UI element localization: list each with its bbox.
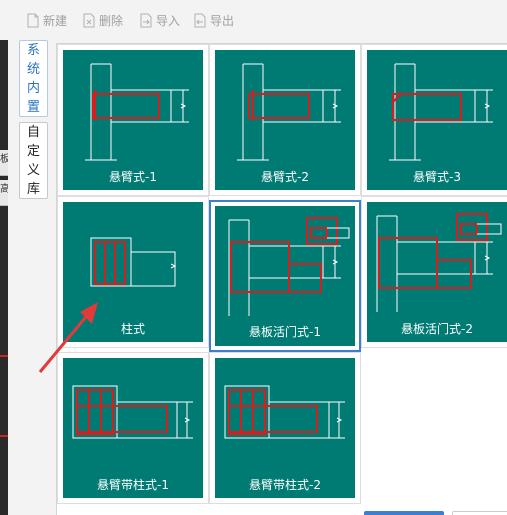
template-grid: 悬臂式-1 悬臂式-2 悬臂式-3 柱式 悬板活门式-1 悬板活门式-2 悬臂带… (56, 43, 507, 515)
export-label: 导出 (210, 13, 235, 28)
import-label: 导入 (156, 13, 181, 28)
thumb-label: 悬板活门式-1 (249, 325, 321, 339)
thumb-label: 悬臂带柱式-2 (249, 478, 321, 492)
thumb-hanging-plate-door-2[interactable]: 悬板活门式-2 (361, 196, 507, 348)
delete-label: 删除 (99, 13, 124, 28)
thumb-label: 悬臂式-1 (109, 170, 157, 184)
new-file-icon (27, 13, 39, 27)
tab-char: 置 (26, 99, 40, 115)
strip-red-mark (0, 435, 8, 437)
thumb-cantilever-with-column-2[interactable]: 悬臂带柱式-2 (209, 352, 361, 504)
thumb-hanging-plate-door-1[interactable]: 悬板活门式-1 (209, 200, 361, 352)
import-icon (140, 13, 152, 27)
tab-char: 定 (26, 143, 40, 159)
tab-custom-library[interactable]: 自 定 义 库 (19, 122, 48, 199)
confirm-button[interactable] (364, 511, 444, 515)
annotation-arrow-icon (38, 302, 98, 373)
new-label: 新建 (43, 13, 68, 28)
thumb-label: 悬臂带柱式-1 (97, 478, 169, 492)
thumb-label: 悬臂式-2 (261, 170, 309, 184)
tab-char: 自 (26, 124, 40, 140)
strip-red-mark (0, 355, 8, 357)
strip-cell-2: 高 (0, 180, 8, 206)
thumb-cantilever-2[interactable]: 悬臂式-2 (209, 44, 361, 196)
thumb-label: 悬板活门式-2 (401, 322, 473, 336)
strip-char-2: 高 (0, 184, 8, 195)
toolbar: 新建 删除 导入 导出 (0, 0, 507, 40)
strip-cell-1: 板 (0, 150, 8, 176)
tab-char: 库 (26, 181, 40, 197)
new-button[interactable]: 新建 (26, 10, 67, 30)
tab-char: 系 (26, 42, 40, 58)
tab-char: 义 (26, 162, 40, 178)
thumb-cantilever-3[interactable]: 悬臂式-3 (361, 44, 507, 196)
tab-char: 统 (26, 61, 40, 77)
export-button[interactable]: 导出 (193, 10, 234, 30)
delete-file-icon (83, 13, 95, 27)
cancel-button[interactable] (452, 511, 507, 515)
delete-button[interactable]: 删除 (82, 10, 123, 30)
thumb-cantilever-1[interactable]: 悬臂式-1 (57, 44, 209, 196)
tab-system-builtin[interactable]: 系 统 内 置 (19, 40, 48, 117)
background-app-strip: 板 高 (0, 40, 8, 515)
thumb-label: 悬臂式-3 (413, 170, 461, 184)
strip-char-1: 板 (0, 154, 8, 165)
tab-char: 内 (26, 80, 40, 96)
export-icon (194, 13, 206, 27)
import-button[interactable]: 导入 (139, 10, 180, 30)
